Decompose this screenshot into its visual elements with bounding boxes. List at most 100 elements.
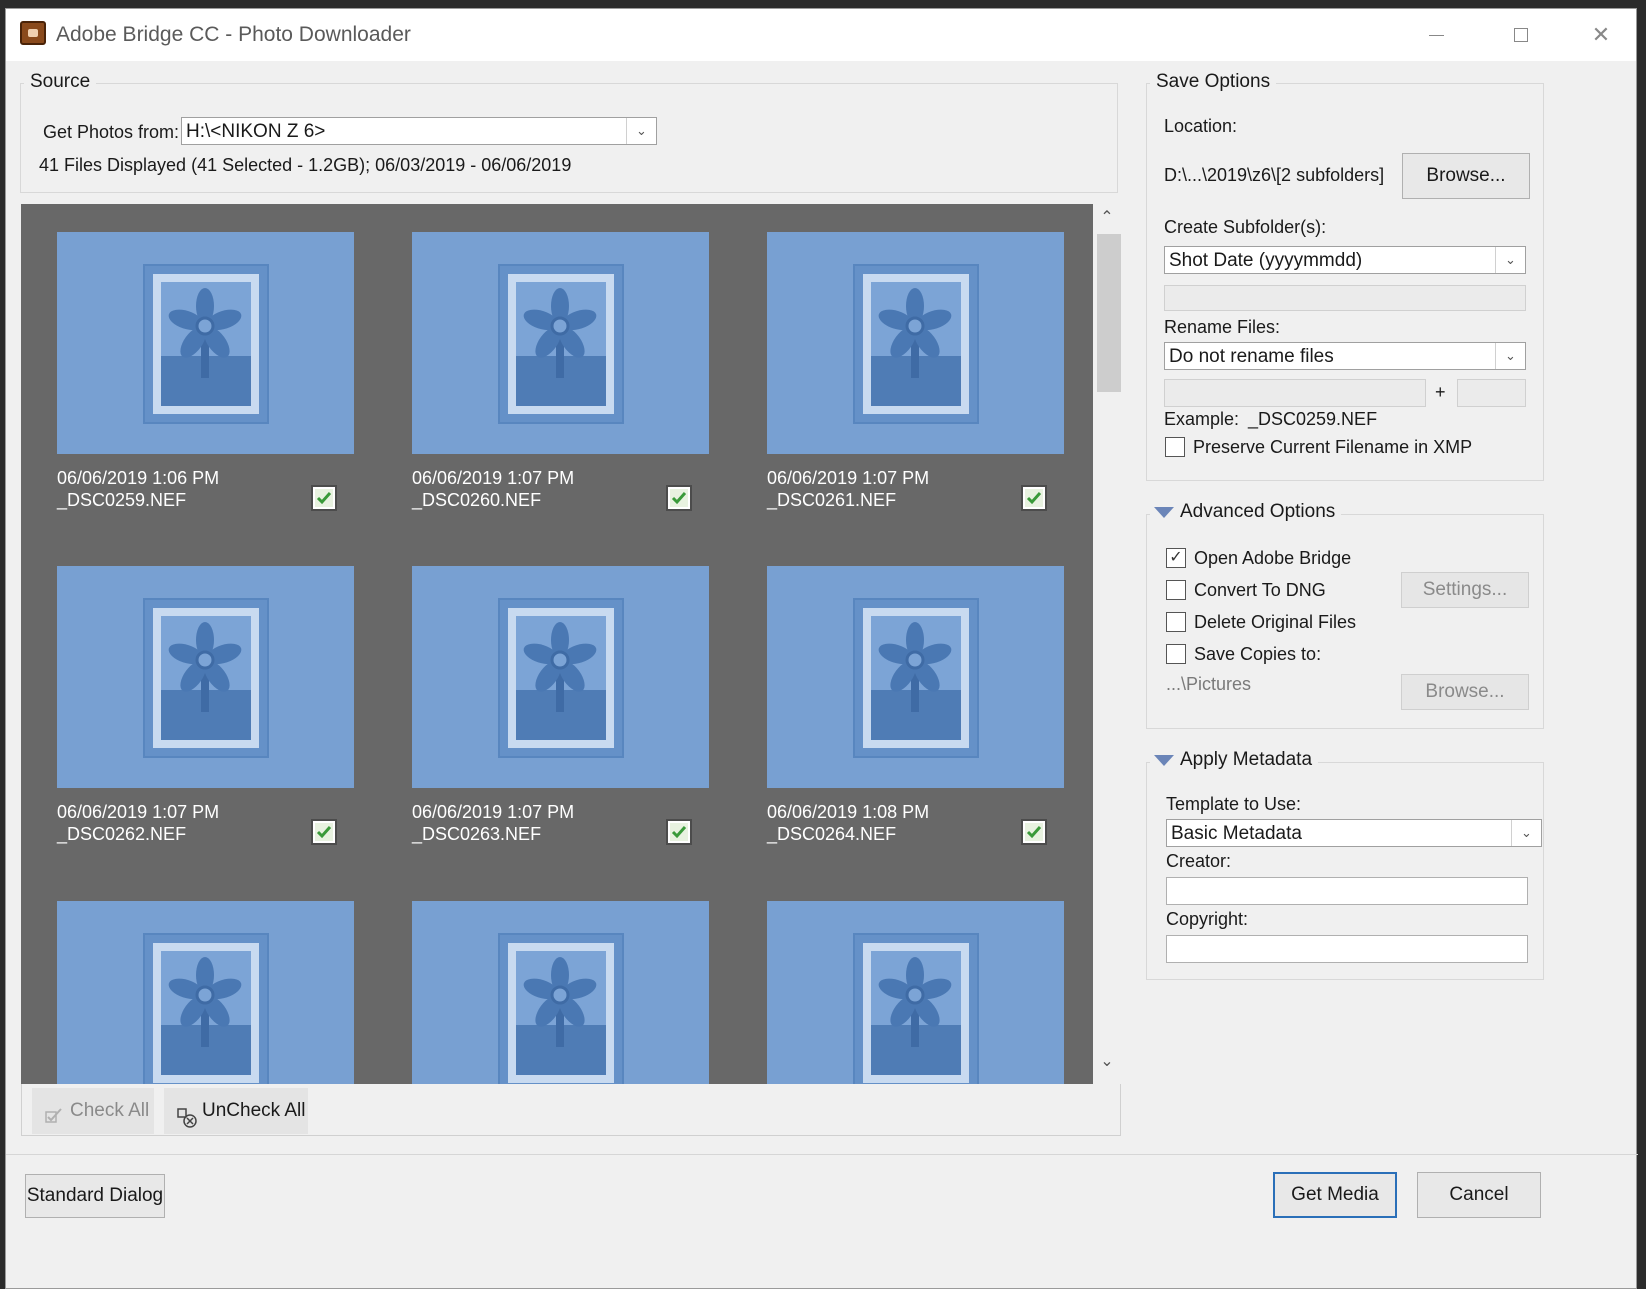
thumbnail-caption: 06/06/2019 1:07 PM _DSC0263.NEF: [412, 801, 574, 845]
apply-metadata-title: Apply Metadata: [1180, 749, 1313, 770]
location-value: D:\...\2019\z6\[2 subfolders]: [1164, 165, 1385, 185]
example-value: _DSC0259.NEF: [1248, 409, 1378, 429]
copies-browse-button[interactable]: Browse...: [1401, 674, 1529, 710]
chevron-down-icon[interactable]: ⌄: [1495, 343, 1525, 369]
thumbnail-checkbox[interactable]: [1021, 485, 1047, 511]
thumbnail-grid[interactable]: 06/06/2019 1:06 PM _DSC0259.NEF 06/06/2019…: [21, 204, 1093, 1084]
photo-thumbnail[interactable]: [57, 566, 354, 788]
apply-metadata-header[interactable]: Apply Metadata: [1150, 749, 1319, 771]
uncheck-all-label: UnCheck All: [202, 1100, 306, 1121]
rename-value: Do not rename files: [1169, 346, 1334, 367]
chevron-up-icon[interactable]: ⌃: [1093, 206, 1121, 230]
uncheck-all-icon: [176, 1100, 198, 1128]
photo-thumbnail[interactable]: [767, 566, 1064, 788]
minimize-button[interactable]: [1416, 17, 1456, 53]
get-photos-value: H:\<NIKON Z 6>: [186, 121, 326, 142]
photo-thumbnail[interactable]: [767, 901, 1064, 1084]
thumbnail-datetime: 06/06/2019 1:07 PM: [412, 468, 575, 488]
image-placeholder-icon: [498, 264, 624, 424]
advanced-options-title: Advanced Options: [1180, 501, 1336, 522]
photo-thumbnail[interactable]: [767, 232, 1064, 454]
thumbnail-caption: 06/06/2019 1:08 PM _DSC0264.NEF: [767, 801, 929, 845]
close-button[interactable]: ✕: [1581, 17, 1621, 53]
thumbnail-filename: _DSC0264.NEF: [767, 824, 897, 844]
photo-thumbnail[interactable]: [57, 901, 354, 1084]
checkmark-icon: [670, 489, 688, 507]
get-photos-dropdown[interactable]: H:\<NIKON Z 6> ⌄: [181, 117, 657, 145]
thumbnail-datetime: 06/06/2019 1:06 PM: [57, 468, 220, 488]
preserve-filename-label: Preserve Current Filename in XMP: [1193, 437, 1473, 457]
checkmark-icon: [670, 823, 688, 841]
photo-downloader-window: Adobe Bridge CC - Photo Downloader ✕ Sou…: [5, 8, 1638, 1289]
minimize-icon: [1429, 35, 1444, 36]
cancel-button[interactable]: Cancel: [1417, 1172, 1541, 1218]
thumbnail-caption: 06/06/2019 1:07 PM _DSC0260.NEF: [412, 467, 574, 511]
check-all-icon: [44, 1100, 66, 1123]
thumbnail-caption: 06/06/2019 1:07 PM _DSC0261.NEF: [767, 467, 929, 511]
photo-thumbnail[interactable]: [412, 566, 709, 788]
thumbnail-checkbox[interactable]: [311, 485, 337, 511]
window-title: Adobe Bridge CC - Photo Downloader: [56, 23, 411, 46]
adobe-bridge-icon: [20, 21, 46, 45]
rename-label: Rename Files:: [1164, 317, 1281, 337]
delete-originals-checkbox[interactable]: [1166, 612, 1186, 632]
advanced-options-header[interactable]: Advanced Options: [1150, 501, 1342, 523]
example-label: Example:: [1164, 409, 1240, 429]
save-copies-checkbox[interactable]: [1166, 644, 1186, 664]
subfolder-dropdown[interactable]: Shot Date (yyyymmdd) ⌄: [1164, 246, 1526, 274]
standard-dialog-button[interactable]: Standard Dialog: [25, 1174, 165, 1218]
rename-text-field: [1164, 379, 1426, 407]
convert-dng-checkbox[interactable]: [1166, 580, 1186, 600]
location-browse-button[interactable]: Browse...: [1402, 153, 1530, 199]
checkmark-icon: [1025, 823, 1043, 841]
location-label: Location:: [1164, 116, 1238, 136]
check-all-button[interactable]: Check All: [32, 1088, 154, 1134]
source-group-title: Source: [24, 71, 97, 93]
template-dropdown[interactable]: Basic Metadata ⌄: [1166, 819, 1542, 847]
photo-thumbnail[interactable]: [412, 901, 709, 1084]
checkmark-icon: [1025, 489, 1043, 507]
save-copies-label: Save Copies to:: [1194, 644, 1322, 664]
grid-scrollbar[interactable]: ⌃ ⌄: [1093, 204, 1121, 1084]
thumbnail-checkbox[interactable]: [311, 819, 337, 845]
open-bridge-checkbox[interactable]: ✓: [1166, 548, 1186, 568]
creator-label: Creator:: [1166, 851, 1232, 871]
image-placeholder-icon: [853, 933, 979, 1084]
uncheck-all-button[interactable]: UnCheck All: [164, 1088, 308, 1134]
image-placeholder-icon: [498, 933, 624, 1084]
thumbnail-checkbox[interactable]: [1021, 819, 1047, 845]
delete-originals-label: Delete Original Files: [1194, 612, 1357, 632]
preserve-filename-checkbox[interactable]: [1165, 437, 1185, 457]
convert-dng-label: Convert To DNG: [1194, 580, 1326, 600]
subfolder-custom-field: [1164, 285, 1526, 311]
thumbnail-datetime: 06/06/2019 1:08 PM: [767, 802, 930, 822]
check-all-label: Check All: [70, 1100, 150, 1121]
image-placeholder-icon: [143, 933, 269, 1084]
maximize-button[interactable]: [1501, 17, 1541, 53]
collapse-triangle-icon[interactable]: [1154, 755, 1174, 766]
rename-number-field: [1457, 379, 1526, 407]
thumbnail-checkbox[interactable]: [666, 819, 692, 845]
checkmark-icon: [315, 823, 333, 841]
footer-divider: [6, 1154, 1638, 1155]
plus-sign: +: [1435, 382, 1446, 402]
photo-thumbnail[interactable]: [412, 232, 709, 454]
dng-settings-button[interactable]: Settings...: [1401, 572, 1529, 608]
creator-field[interactable]: [1166, 877, 1528, 905]
copyright-field[interactable]: [1166, 935, 1528, 963]
thumbnail-datetime: 06/06/2019 1:07 PM: [57, 802, 220, 822]
chevron-down-icon[interactable]: ⌄: [626, 118, 656, 144]
title-bar: Adobe Bridge CC - Photo Downloader ✕: [6, 9, 1636, 61]
scroll-thumb[interactable]: [1097, 234, 1121, 392]
rename-dropdown[interactable]: Do not rename files ⌄: [1164, 342, 1526, 370]
thumbnail-checkbox[interactable]: [666, 485, 692, 511]
image-placeholder-icon: [853, 598, 979, 758]
chevron-down-icon[interactable]: ⌄: [1511, 820, 1541, 846]
get-media-button[interactable]: Get Media: [1273, 1172, 1397, 1218]
chevron-down-icon[interactable]: ⌄: [1093, 1050, 1121, 1074]
subfolder-label: Create Subfolder(s):: [1164, 217, 1327, 237]
collapse-triangle-icon[interactable]: [1154, 507, 1174, 518]
save-options-title: Save Options: [1150, 71, 1277, 93]
photo-thumbnail[interactable]: [57, 232, 354, 454]
chevron-down-icon[interactable]: ⌄: [1495, 247, 1525, 273]
